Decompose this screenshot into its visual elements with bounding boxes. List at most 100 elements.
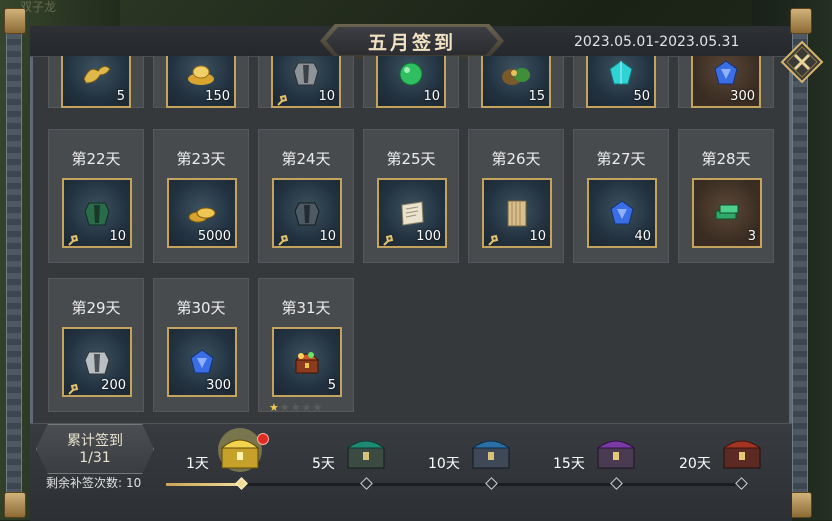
reward-item-slot[interactable]: 10 (272, 178, 342, 248)
day-card[interactable]: 第28天 3 (678, 129, 774, 263)
cyan-gem-icon (609, 60, 633, 85)
reward-quantity: 300 (730, 89, 755, 104)
armor-icon (293, 62, 319, 86)
bound-item-icon (488, 234, 499, 246)
day-card[interactable]: 第27天 40 (573, 129, 669, 263)
frame-corner-post (4, 492, 26, 518)
makeup-label: 剩余补签次数: (46, 476, 123, 490)
event-date-range: 2023.05.01-2023.05.31 (574, 34, 740, 50)
cumulative-count: 1/31 (79, 450, 111, 466)
star-icon: ★ (279, 401, 290, 414)
reward-item-image (291, 346, 323, 378)
reward-item-image (710, 57, 742, 89)
reward-item-image (186, 197, 218, 229)
red-chest-icon (722, 440, 762, 469)
star-icon: ★ (312, 401, 323, 414)
milestone-chest[interactable] (465, 428, 517, 474)
reward-item-slot[interactable]: 100 (377, 178, 447, 248)
milestone-chest[interactable] (340, 428, 392, 474)
reward-item-slot[interactable]: 10 (62, 178, 132, 248)
reward-quantity: 40 (634, 229, 651, 244)
reward-item-image (606, 197, 638, 229)
day-label: 第31天 (281, 299, 331, 317)
teal-chest-icon (346, 440, 386, 469)
day-label: 第29天 (71, 299, 121, 317)
golden-dragon-icon (83, 65, 111, 84)
reward-quantity: 5 (327, 378, 336, 393)
treasure-pouch-icon (502, 68, 530, 85)
reward-item-image (711, 197, 743, 229)
reward-quantity: 10 (423, 89, 440, 104)
frame-corner-post (790, 8, 812, 34)
reward-item-image (396, 197, 428, 229)
bound-marker (382, 232, 394, 246)
purple-chest-icon (596, 440, 636, 469)
milestone-chest[interactable] (590, 428, 642, 474)
reward-item-image (185, 57, 217, 89)
reward-quantity: 3 (747, 229, 756, 244)
right-frame-rail (792, 20, 808, 504)
makeup-count: 10 (126, 476, 142, 490)
day-card[interactable]: 第22天 10 (48, 129, 144, 263)
milestone-chest[interactable] (716, 428, 768, 474)
jade-bars-icon (715, 204, 739, 220)
milestone-label: 10天 (428, 456, 460, 472)
treasure-chest-icon (294, 352, 320, 374)
reward-item-image (501, 197, 533, 229)
bound-item-icon (277, 94, 288, 106)
reward-item-image (605, 57, 637, 89)
day-card[interactable]: 第25天 100 (363, 129, 459, 263)
star-icon: ★ (301, 401, 312, 414)
close-button[interactable] (780, 40, 824, 84)
milestone-label: 15天 (553, 456, 585, 472)
dark-armor-icon (294, 202, 320, 226)
day-card[interactable]: 第26天 10 (468, 129, 564, 263)
bound-marker (67, 232, 79, 246)
reward-quantity: 10 (319, 229, 336, 244)
day-label: 第28天 (701, 150, 751, 168)
day-card[interactable]: 第24天 10 (258, 129, 354, 263)
close-icon (780, 40, 824, 84)
reward-item-slot[interactable]: 200 (62, 327, 132, 397)
day-label: 第27天 (596, 150, 646, 168)
reward-item-slot[interactable]: 300 (167, 327, 237, 397)
gold-ingot-icon (188, 65, 214, 85)
reward-item-image (81, 346, 113, 378)
milestone-label: 5天 (312, 456, 335, 472)
item-star-rating: ★ ★ ★ ★ ★ (269, 402, 322, 414)
bamboo-slip-icon (507, 200, 527, 227)
scroll-icon (401, 201, 424, 226)
day-card[interactable]: 第23天 5000 (153, 129, 249, 263)
reward-item-slot[interactable]: 3 (692, 178, 762, 248)
day-label: 第22天 (71, 150, 121, 168)
reward-item-image (80, 57, 112, 89)
reward-item-image (291, 197, 323, 229)
star-icon: ★ (290, 401, 301, 414)
blue-chest-icon (471, 440, 511, 469)
jade-orb-icon (399, 62, 423, 86)
reward-quantity: 5 (116, 89, 125, 104)
reward-item-slot[interactable]: 5 (272, 327, 342, 397)
reward-quantity: 10 (109, 229, 126, 244)
reward-item-slot[interactable]: 5000 (167, 178, 237, 248)
day-card[interactable]: 第29天 200 (48, 278, 144, 412)
silver-armor-icon (84, 351, 110, 375)
reward-item-image (500, 57, 532, 89)
green-armor-icon (84, 202, 110, 226)
reward-quantity: 150 (205, 89, 230, 104)
reward-quantity: 5000 (197, 229, 231, 244)
makeup-signin-info: 剩余补签次数: 10 (46, 474, 141, 491)
bound-item-icon (383, 234, 394, 246)
day-card[interactable]: 第31天 5 ★ ★ ★ ★ ★ (258, 278, 354, 414)
day-card[interactable]: 第30天 300 (153, 278, 249, 412)
star-icon: ★ (269, 401, 279, 414)
bound-marker (67, 381, 79, 395)
reward-item-slot[interactable]: 10 (482, 178, 552, 248)
reward-item-image (395, 57, 427, 89)
reward-item-slot[interactable]: 40 (587, 178, 657, 248)
reward-item-image (186, 346, 218, 378)
frame-corner-post (790, 492, 812, 518)
reward-quantity: 10 (318, 89, 335, 104)
bound-marker (276, 92, 288, 106)
bound-marker (487, 232, 499, 246)
